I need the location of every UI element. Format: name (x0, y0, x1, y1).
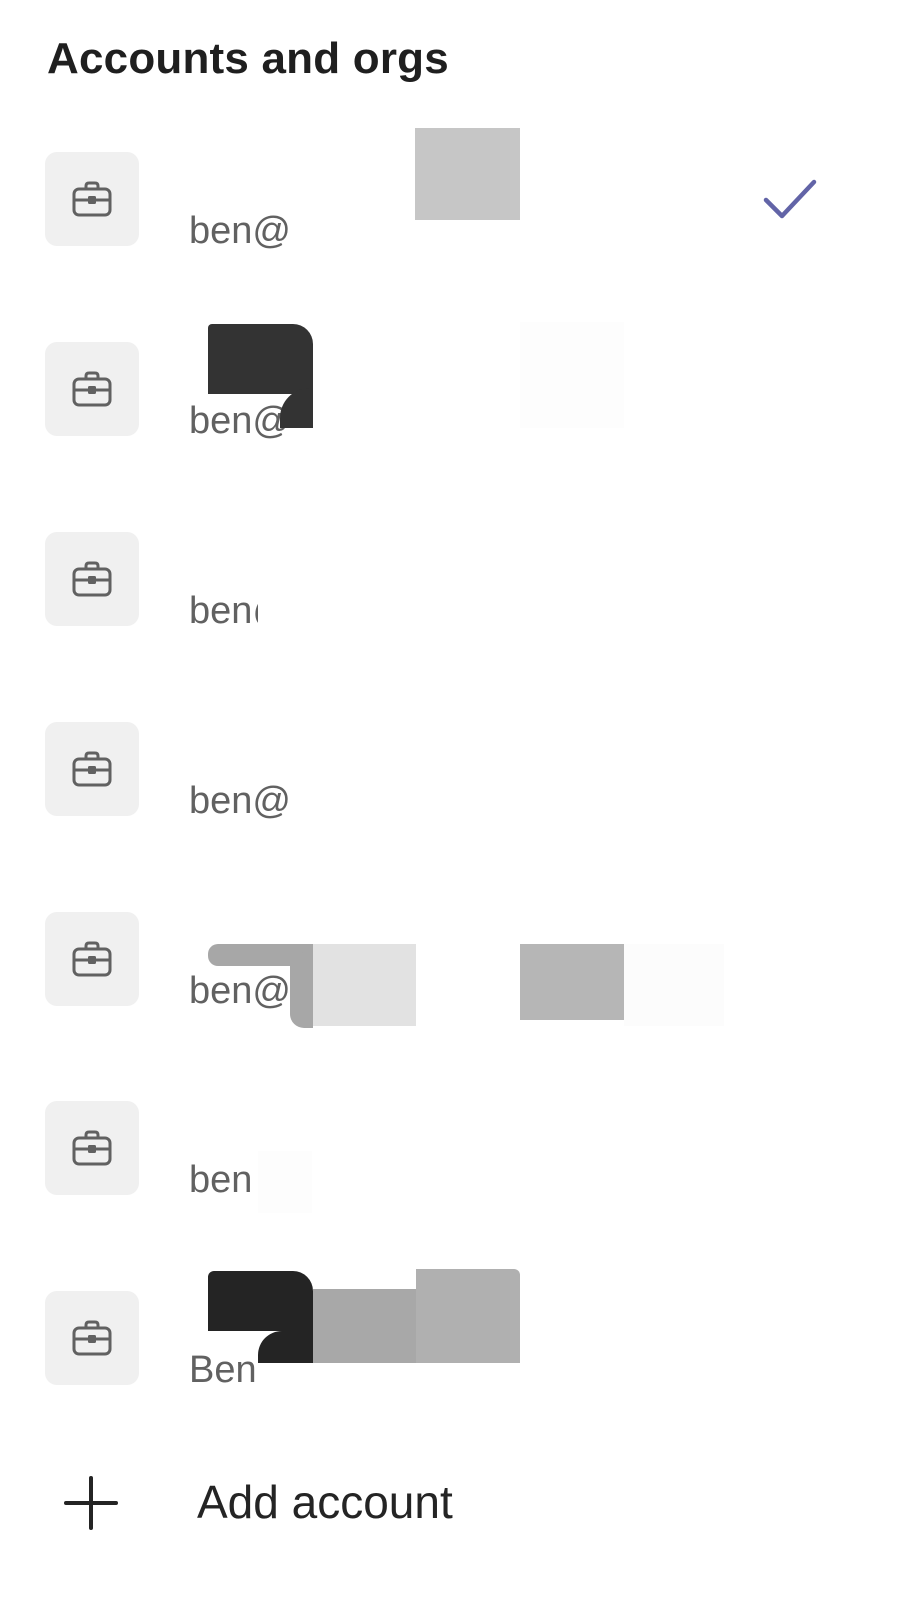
redaction (258, 572, 558, 632)
account-email: ben@ (189, 210, 291, 252)
org-avatar (45, 1291, 139, 1385)
redaction (296, 762, 496, 822)
redaction (313, 1289, 416, 1363)
add-account-label: Add account (197, 1476, 453, 1528)
account-row[interactable]: ben@ (0, 722, 902, 872)
account-email: ben@ (189, 400, 291, 442)
plus-icon (64, 1476, 118, 1530)
redaction (290, 952, 313, 1028)
briefcase-icon (72, 751, 112, 787)
account-email: ben@ (189, 970, 291, 1012)
account-row[interactable]: Ben (0, 1269, 902, 1441)
org-avatar (45, 532, 139, 626)
redaction (313, 944, 416, 1026)
redaction (520, 322, 624, 428)
org-avatar (45, 1101, 139, 1195)
redaction (258, 1151, 312, 1213)
redaction (520, 944, 624, 1020)
redaction (415, 128, 520, 220)
redaction (208, 1271, 313, 1331)
checkmark-icon (762, 178, 818, 222)
account-row[interactable]: ben@ (0, 912, 902, 1062)
redaction (258, 1331, 313, 1363)
org-avatar (45, 912, 139, 1006)
account-email: Ben (189, 1349, 257, 1391)
account-email: ben (189, 1159, 253, 1201)
account-row[interactable]: ben@ (0, 322, 902, 492)
briefcase-icon (72, 561, 112, 597)
account-list: ben@ ben@ ben@ ben@ ben@ ben Ben (0, 0, 902, 1603)
add-account-button[interactable]: Add account (0, 1458, 902, 1558)
account-row[interactable]: ben@ (0, 532, 902, 682)
account-email: ben@ (189, 780, 291, 822)
account-row[interactable]: ben@ (0, 128, 902, 302)
redaction (624, 944, 724, 1026)
org-avatar (45, 152, 139, 246)
redaction (208, 324, 313, 394)
org-avatar (45, 342, 139, 436)
briefcase-icon (72, 1320, 112, 1356)
org-avatar (45, 722, 139, 816)
redaction (416, 1269, 520, 1363)
briefcase-icon (72, 371, 112, 407)
briefcase-icon (72, 181, 112, 217)
briefcase-icon (72, 1130, 112, 1166)
account-row[interactable]: ben (0, 1101, 902, 1251)
briefcase-icon (72, 941, 112, 977)
redaction (280, 388, 313, 428)
